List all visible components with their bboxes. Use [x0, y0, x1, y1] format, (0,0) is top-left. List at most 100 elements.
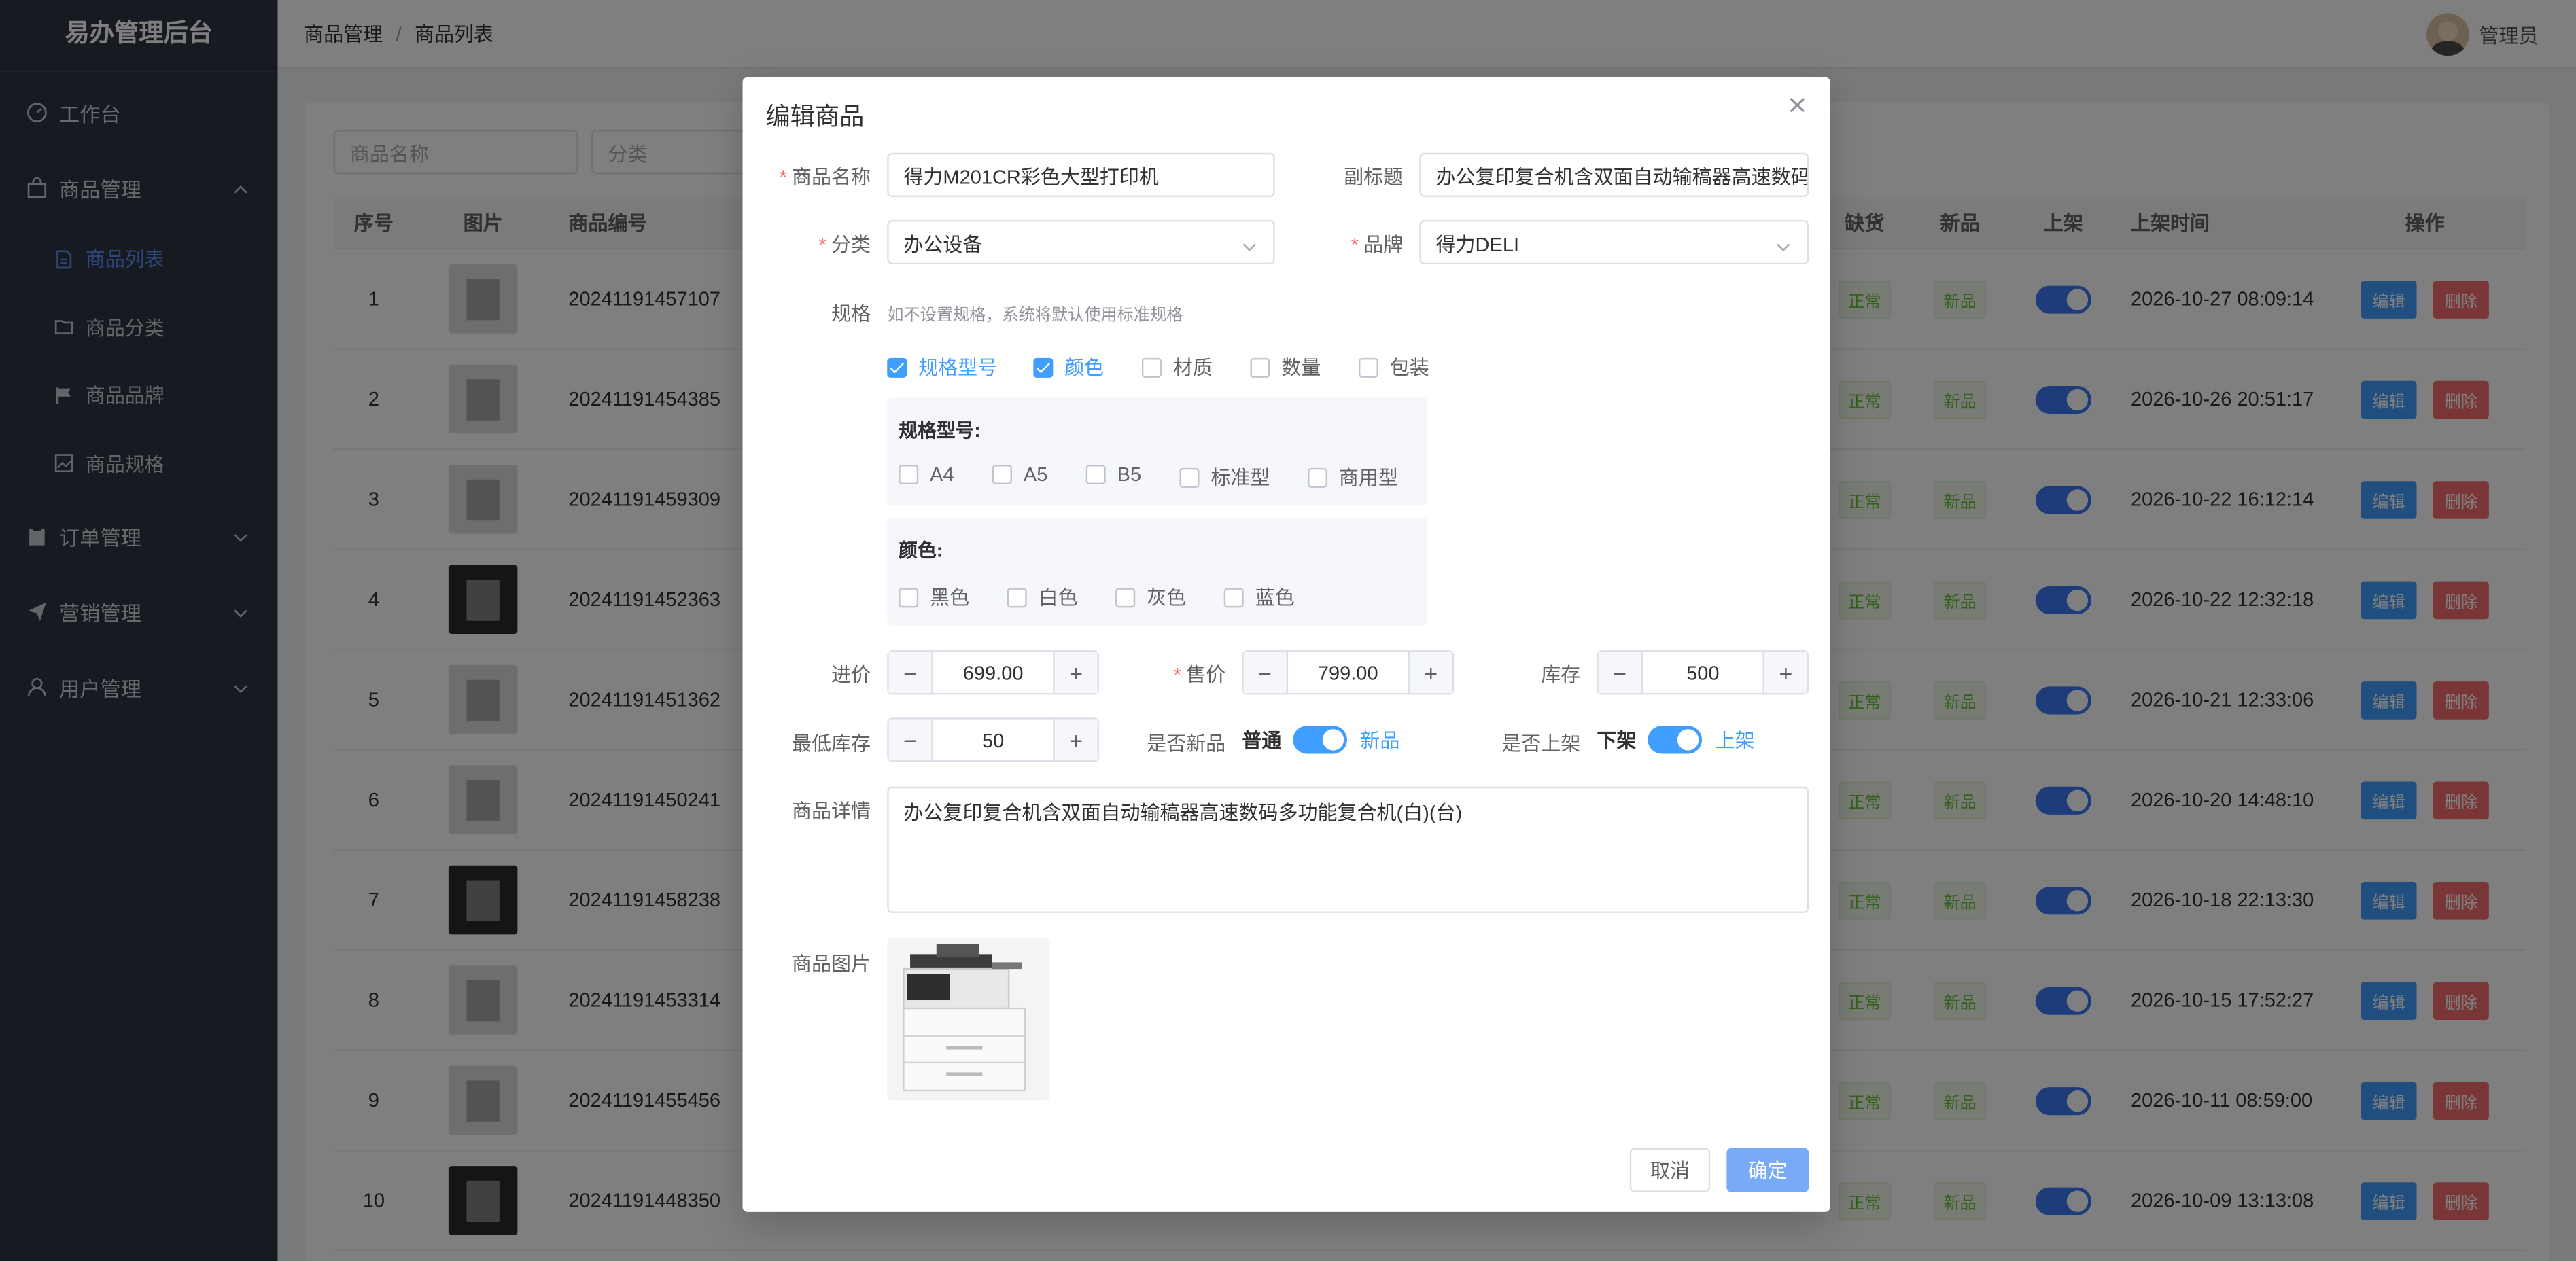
- decrease-button[interactable]: −: [888, 652, 933, 694]
- checkbox-box: [992, 465, 1012, 485]
- increase-button[interactable]: +: [1408, 652, 1452, 694]
- model-option-a4[interactable]: A4: [899, 463, 954, 486]
- color-option-blue[interactable]: 蓝色: [1223, 583, 1295, 611]
- checkbox-label: A5: [1023, 463, 1048, 486]
- stock-label: 库存: [1541, 663, 1581, 687]
- spec-type-package-checkbox[interactable]: 包装: [1358, 353, 1429, 381]
- is-up-toggle[interactable]: [1648, 726, 1703, 754]
- checkbox-label: 黑色: [930, 586, 970, 609]
- decrease-button[interactable]: −: [888, 719, 933, 761]
- confirm-button[interactable]: 确定: [1726, 1148, 1809, 1192]
- brand-value: 得力DELI: [1435, 233, 1520, 257]
- model-spec-panel: 规格型号: A4 A5 B5 标准型 商用型: [887, 397, 1428, 506]
- checkbox-label: B5: [1117, 463, 1142, 486]
- name-input[interactable]: 得力M201CR彩色大型打印机: [887, 152, 1275, 198]
- is-new-label: 是否新品: [1147, 732, 1226, 756]
- checkbox-label: 商用型: [1338, 466, 1398, 490]
- color-option-gray[interactable]: 灰色: [1115, 583, 1186, 611]
- checkbox-label: 灰色: [1147, 586, 1187, 609]
- spec-type-material-checkbox[interactable]: 材质: [1141, 353, 1213, 381]
- decrease-button[interactable]: −: [1243, 652, 1289, 694]
- checkbox-label: 包装: [1389, 356, 1429, 380]
- is-up-switch-group: 下架 上架: [1597, 726, 1755, 754]
- image-label: 商品图片: [792, 952, 871, 976]
- min-stock-value[interactable]: 50: [933, 728, 1053, 751]
- is-up-on-label: 上架: [1715, 729, 1755, 753]
- price-value[interactable]: 799.00: [1288, 661, 1408, 684]
- checkbox-label: 蓝色: [1255, 586, 1295, 609]
- brand-label: 品牌: [1301, 230, 1403, 257]
- brand-select[interactable]: 得力DELI: [1419, 219, 1809, 265]
- checkbox-box: [1115, 587, 1136, 607]
- category-value: 办公设备: [903, 233, 983, 257]
- model-option-a5[interactable]: A5: [992, 463, 1047, 486]
- checkbox-label: 材质: [1172, 356, 1213, 380]
- cancel-button[interactable]: 取消: [1629, 1148, 1711, 1192]
- color-option-white[interactable]: 白色: [1007, 583, 1078, 611]
- is-up-off-label: 下架: [1597, 729, 1637, 753]
- checkbox-box: [899, 465, 919, 485]
- cost-stepper: − 699.00 +: [887, 650, 1100, 695]
- spec-hint: 如不设置规格，系统将默认使用标准规格: [887, 306, 1183, 325]
- checkbox-box: [887, 357, 907, 377]
- min-stock-stepper: − 50 +: [887, 717, 1100, 762]
- subtitle-input[interactable]: 办公复印复合机含双面自动输稿器高速数码: [1419, 152, 1809, 198]
- increase-button[interactable]: +: [1053, 652, 1098, 694]
- name-label: 商品名称: [776, 162, 871, 190]
- color-spec-title: 颜色:: [899, 541, 943, 562]
- detail-textarea[interactable]: 办公复印复合机含双面自动输稿器高速数码多功能复合机(白)(台): [887, 786, 1809, 913]
- spec-type-color-checkbox[interactable]: 颜色: [1033, 353, 1104, 381]
- is-new-on-label: 新品: [1360, 729, 1400, 753]
- checkbox-label: 规格型号: [918, 356, 998, 380]
- checkbox-label: 标准型: [1211, 466, 1270, 490]
- stock-stepper: − 500 +: [1597, 650, 1809, 695]
- checkbox-box: [1308, 467, 1328, 487]
- checkbox-label: A4: [930, 463, 954, 486]
- color-spec-panel: 颜色: 黑色 白色 灰色 蓝色: [887, 517, 1428, 626]
- edit-goods-dialog: 编辑商品 商品名称 得力M201CR彩色大型打印机 副标题 办公复印复合机含双面…: [742, 77, 1830, 1212]
- category-select[interactable]: 办公设备: [887, 219, 1275, 265]
- checkbox-box: [1358, 357, 1378, 377]
- min-stock-label: 最低库存: [792, 732, 871, 756]
- checkbox-box: [1007, 587, 1027, 607]
- model-spec-title: 规格型号:: [899, 422, 981, 442]
- printer-icon: [887, 938, 1050, 1101]
- checkbox-box: [1141, 357, 1162, 377]
- checkbox-label: 数量: [1281, 356, 1321, 380]
- product-image[interactable]: [887, 938, 1050, 1101]
- checkbox-box: [1033, 357, 1054, 377]
- increase-button[interactable]: +: [1053, 719, 1098, 761]
- model-option-standard[interactable]: 标准型: [1179, 463, 1270, 491]
- is-new-off-label: 普通: [1242, 729, 1282, 753]
- detail-label: 商品详情: [792, 800, 871, 823]
- spec-type-quantity-checkbox[interactable]: 数量: [1250, 353, 1321, 381]
- is-up-label: 是否上架: [1501, 732, 1581, 756]
- checkbox-box: [1085, 465, 1106, 485]
- checkbox-label: 白色: [1038, 586, 1078, 609]
- spec-label: 规格: [831, 302, 871, 325]
- color-option-black[interactable]: 黑色: [899, 583, 969, 611]
- chevron-down-icon: [1242, 236, 1257, 251]
- cost-value[interactable]: 699.00: [933, 661, 1053, 684]
- checkbox-label: 颜色: [1064, 356, 1104, 380]
- checkbox-box: [1250, 357, 1270, 377]
- category-label: 分类: [776, 230, 871, 257]
- cost-label: 进价: [831, 663, 871, 687]
- is-new-switch-group: 普通 新品: [1242, 726, 1400, 754]
- model-option-commercial[interactable]: 商用型: [1308, 463, 1398, 491]
- spec-type-model-checkbox[interactable]: 规格型号: [887, 353, 997, 381]
- checkbox-box: [1179, 467, 1200, 487]
- increase-button[interactable]: +: [1762, 652, 1807, 694]
- price-stepper: − 799.00 +: [1242, 650, 1455, 695]
- dialog-title: 编辑商品: [765, 103, 865, 132]
- price-label: 售价: [1120, 660, 1225, 688]
- model-option-b5[interactable]: B5: [1085, 463, 1142, 486]
- chevron-down-icon: [1776, 236, 1791, 251]
- subtitle-label: 副标题: [1344, 166, 1404, 189]
- decrease-button[interactable]: −: [1598, 652, 1643, 694]
- close-icon[interactable]: [1786, 94, 1809, 117]
- stock-value[interactable]: 500: [1643, 661, 1762, 684]
- checkbox-box: [1223, 587, 1244, 607]
- is-new-toggle[interactable]: [1293, 726, 1348, 754]
- checkbox-box: [899, 587, 919, 607]
